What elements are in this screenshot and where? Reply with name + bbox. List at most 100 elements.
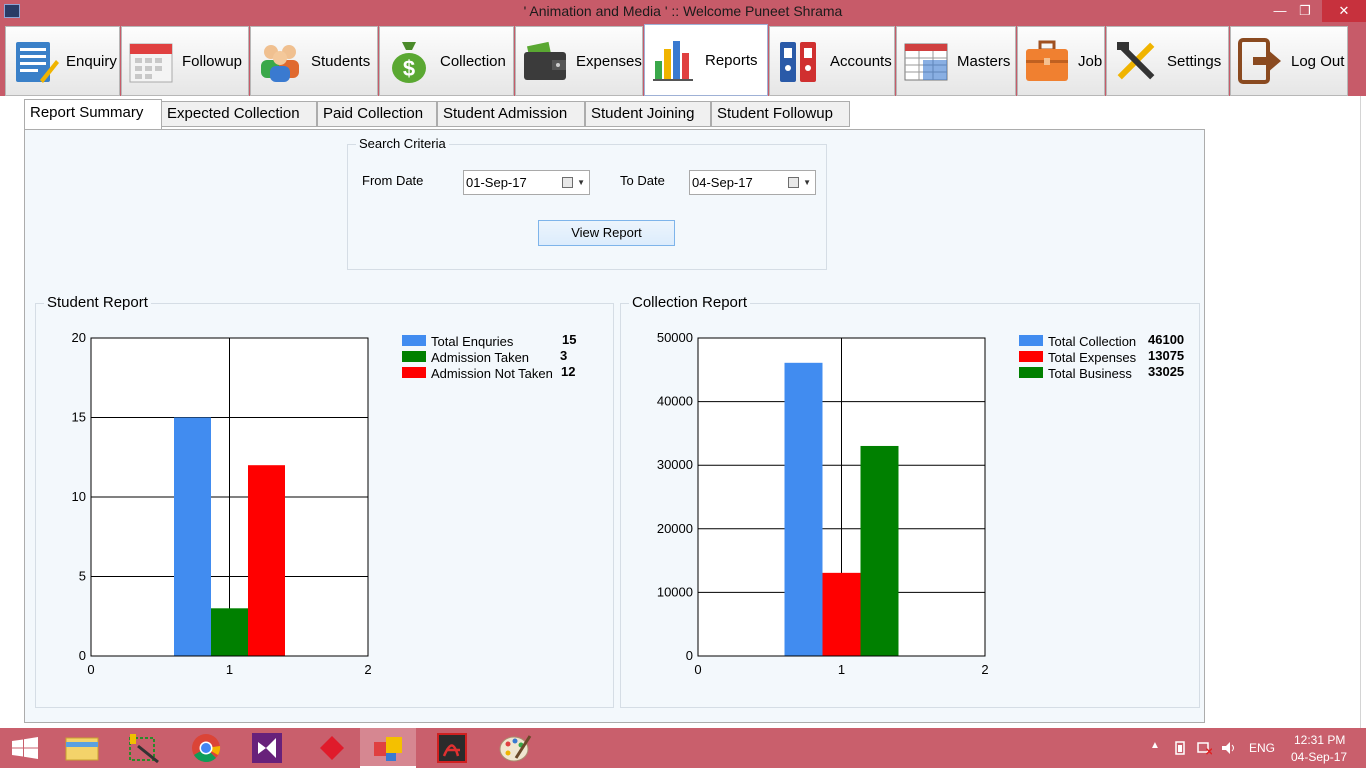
y-tick-label: 10000 [657,584,693,599]
tab-student-admission[interactable]: Student Admission [437,101,585,127]
toolbar-enquiry-button[interactable]: Enquiry [5,26,120,96]
taskbar-winforms-app[interactable] [360,728,416,768]
toolbar-expenses-button[interactable]: Expenses [515,26,643,96]
money-bag-icon: $ [392,42,426,83]
toolbar-followup-label: Followup [182,52,243,70]
network-icon[interactable]: ✕ [1196,740,1212,756]
chevron-down-icon: ▼ [803,178,811,187]
x-tick-label: 2 [364,662,371,676]
taskbar-file-explorer[interactable] [54,728,110,768]
toolbar-masters-label: Masters [957,52,1011,70]
toolbar-students-button[interactable]: Students [250,26,378,96]
toolbar-logout-button[interactable]: Log Out [1230,26,1348,96]
to-date-value: 04-Sep-17 [692,175,753,190]
from-date-picker[interactable]: 01-Sep-17 ▼ [463,170,590,195]
toolbar-masters-button[interactable]: Masters [896,26,1016,96]
toolbar-expenses-label: Expenses [576,52,642,70]
collection-report-label: Collection Report [629,294,751,311]
enquiry-icon [16,42,59,83]
report-summary-panel: Search Criteria From Date 01-Sep-17 ▼ To… [24,129,1205,723]
taskbar-paint[interactable] [486,728,542,768]
tab-expected-collection[interactable]: Expected Collection [161,101,317,127]
legend-value: 15 [562,332,577,347]
taskbar-red-app[interactable] [302,728,358,768]
toolbar-students-label: Students [311,52,371,70]
clock-time[interactable]: 12:31 PM [1294,733,1345,747]
taskbar-chrome[interactable] [178,728,234,768]
student-report-chart: 0 5 10 15 20 0 1 2 [72,330,372,676]
x-tick-label: 1 [838,662,845,676]
bar-admission-not-taken [248,465,285,656]
wallet-icon [524,41,566,80]
toolbar-settings-button[interactable]: Settings [1106,26,1229,96]
collection-report-chart: 0 10000 20000 30000 40000 50000 0 1 2 [657,330,989,676]
y-tick-label: 15 [72,410,86,425]
power-icon[interactable] [1172,740,1188,756]
from-date-label: From Date [362,173,424,188]
toolbar-collection-button[interactable]: $ Collection [379,26,514,96]
x-tick-label: 0 [694,662,701,676]
bar-total-expenses [822,572,861,656]
search-criteria-group: Search Criteria From Date 01-Sep-17 ▼ To… [347,136,827,270]
bar-admission-taken [211,608,248,656]
legend-label: Total Collection [1048,334,1137,349]
y-tick-label: 30000 [657,457,693,472]
view-report-button[interactable]: View Report [538,220,675,246]
legend-swatch [402,335,426,346]
legend-label: Total Enquries [431,334,514,349]
students-icon [261,45,299,82]
calendar-icon [129,43,173,83]
tab-report-summary[interactable]: Report Summary [24,99,162,129]
windows-taskbar: ▲ ✕ ENG 12:31 PM 04-Sep-17 [0,728,1366,768]
restore-button[interactable]: ❐ [1290,0,1320,22]
toolbar-job-label: Job [1078,52,1103,70]
legend-swatch [1019,335,1043,346]
clock-date[interactable]: 04-Sep-17 [1291,750,1347,764]
volume-icon[interactable] [1220,740,1236,756]
svg-text:$: $ [403,56,415,81]
chrome-icon [192,734,221,763]
y-tick-label: 20000 [657,521,693,536]
toolbar-collection-label: Collection [440,52,506,70]
paint-icon [499,735,532,762]
tab-student-followup[interactable]: Student Followup [711,101,850,127]
legend-swatch [402,367,426,378]
tools-icon [1117,42,1155,80]
y-tick-label: 0 [686,648,693,663]
taskbar-snipping-tool[interactable] [116,728,172,768]
taskbar-visual-studio[interactable] [240,728,296,768]
window-title: ' Animation and Media ' :: Welcome Punee… [523,3,843,19]
legend-label: Total Expenses [1048,350,1137,365]
bar-total-business [860,445,899,656]
briefcase-icon [1026,40,1068,81]
file-explorer-icon [65,737,99,761]
tab-paid-collection[interactable]: Paid Collection [317,101,437,127]
acrobat-icon [437,733,467,763]
chevron-down-icon: ▼ [577,178,585,187]
x-tick-label: 0 [87,662,94,676]
windows-start-icon [12,737,38,759]
toolbar-reports-label: Reports [705,51,758,69]
to-date-picker[interactable]: 04-Sep-17 ▼ [689,170,816,195]
legend-value: 33025 [1148,364,1185,379]
x-tick-label: 1 [226,662,233,676]
table-icon [904,43,948,81]
toolbar-reports-button[interactable]: Reports [644,24,768,96]
language-indicator[interactable]: ENG [1249,741,1275,755]
toolbar-job-button[interactable]: Job [1017,26,1105,96]
toolbar-accounts-button[interactable]: Accounts [769,26,895,96]
svg-text:✕: ✕ [1205,747,1212,756]
to-date-label: To Date [620,173,665,188]
calendar-icon [562,177,573,188]
from-date-value: 01-Sep-17 [466,175,527,190]
tab-student-joining[interactable]: Student Joining [585,101,711,127]
legend-swatch [1019,351,1043,362]
toolbar-followup-button[interactable]: Followup [121,26,249,96]
x-tick-label: 2 [981,662,988,676]
show-hidden-icons-button[interactable]: ▲ [1150,740,1160,751]
calendar-icon [788,177,799,188]
close-button[interactable]: ✕ [1322,0,1366,22]
start-button[interactable] [0,728,50,768]
y-tick-label: 20 [72,330,86,345]
taskbar-acrobat[interactable] [424,728,480,768]
